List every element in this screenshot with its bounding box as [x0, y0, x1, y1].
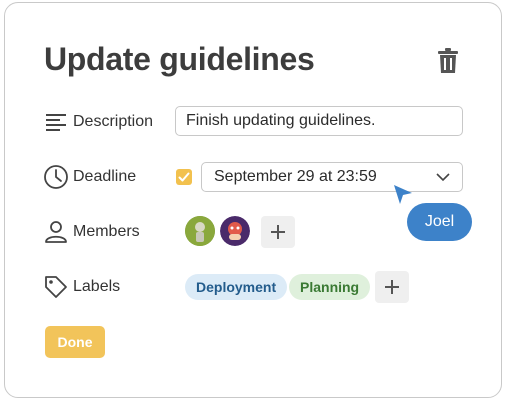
- text-lines-icon: [46, 114, 66, 131]
- deadline-value: September 29 at 23:59: [214, 168, 377, 185]
- collaborator-name-tag: Joel: [407, 203, 472, 241]
- description-label: Description: [73, 113, 154, 130]
- labels-label: Labels: [73, 278, 121, 295]
- checkmark-icon: [178, 172, 190, 182]
- add-member-button[interactable]: [261, 216, 295, 248]
- members-label: Members: [73, 223, 140, 240]
- label-chip-deployment[interactable]: Deployment: [185, 274, 288, 300]
- avatar-figure-icon: [185, 216, 215, 246]
- avatar-figure-icon: [220, 216, 250, 246]
- add-label-button[interactable]: [375, 271, 409, 303]
- deadline-label: Deadline: [73, 168, 137, 185]
- trash-icon[interactable]: [437, 48, 459, 74]
- deadline-checkbox[interactable]: [176, 169, 192, 185]
- member-avatar-green[interactable]: [185, 216, 215, 246]
- member-avatar-purple[interactable]: [220, 216, 250, 246]
- task-card: Update guidelines Description Deadline S…: [4, 2, 502, 398]
- chevron-down-icon: [436, 173, 450, 182]
- plus-icon: [385, 280, 399, 294]
- person-icon: [45, 221, 67, 243]
- tag-icon: [45, 276, 67, 298]
- done-button[interactable]: Done: [45, 326, 105, 358]
- deadline-dropdown[interactable]: September 29 at 23:59: [201, 162, 463, 192]
- label-chip-planning[interactable]: Planning: [289, 274, 371, 300]
- collaborator-cursor-icon: [394, 185, 412, 204]
- plus-icon: [271, 225, 285, 239]
- description-input[interactable]: [175, 106, 463, 136]
- card-title: Update guidelines: [44, 41, 315, 77]
- clock-icon: [44, 165, 68, 189]
